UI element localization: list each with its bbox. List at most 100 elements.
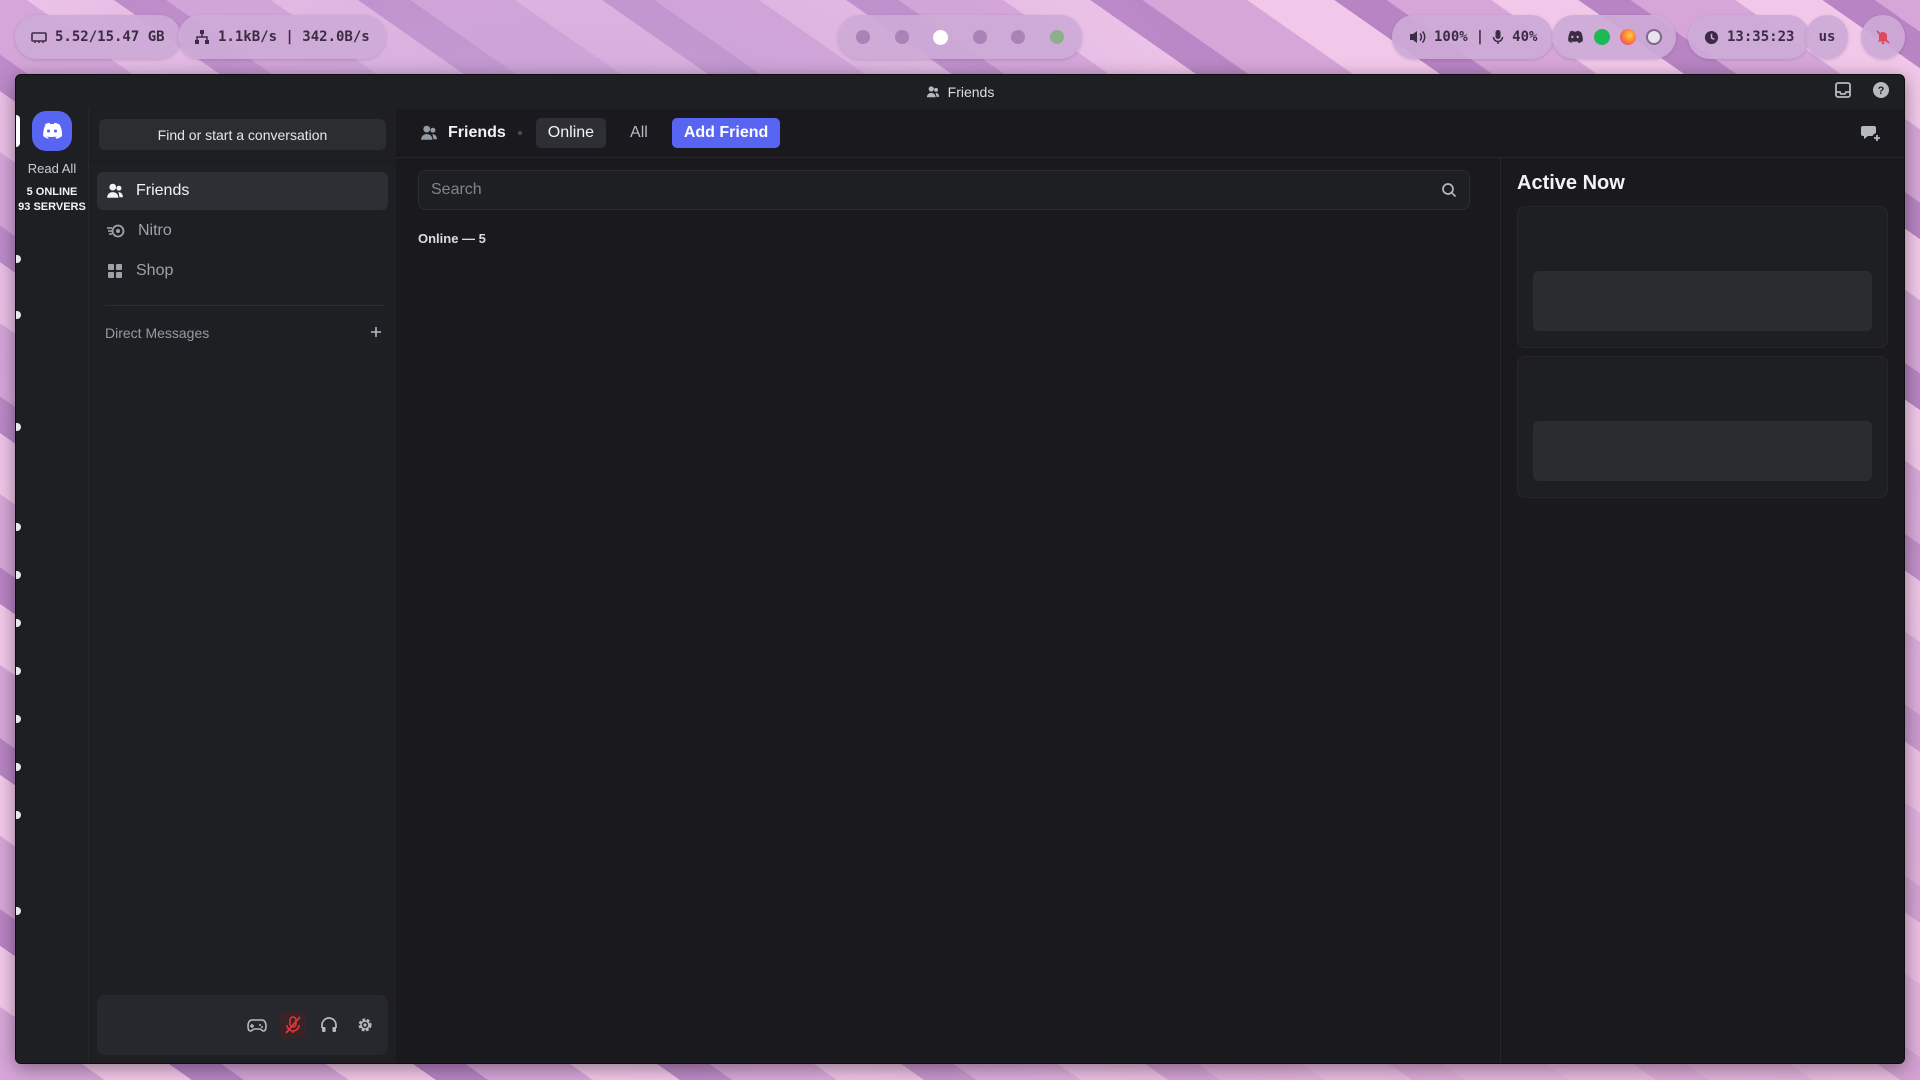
server-unread-indicator	[16, 619, 21, 627]
system-tray	[1552, 15, 1676, 59]
sidebar-item-shop[interactable]: Shop	[97, 252, 388, 290]
active-now-title: Active Now	[1517, 172, 1625, 194]
friends-icon	[421, 125, 437, 140]
keyboard-layout-label: us	[1818, 29, 1836, 45]
server-count-stat: 93 SERVERS	[18, 201, 86, 213]
workspace-5[interactable]	[1011, 30, 1026, 44]
shop-icon	[108, 264, 122, 278]
header-separator	[517, 131, 522, 135]
headphones-icon	[321, 1017, 337, 1032]
system-status-bar: 5.52/15.47 GB 1.1kB/s | 342.0B/s 100% | …	[0, 0, 1920, 72]
direct-messages-label: Direct Messages	[105, 325, 210, 341]
microphone-muted-icon	[285, 1016, 301, 1034]
notifications-toggle[interactable]	[1861, 15, 1905, 59]
volume-level: 100%	[1434, 29, 1468, 45]
tab-add-friend[interactable]: Add Friend	[671, 118, 781, 148]
friends-icon	[107, 183, 123, 198]
direct-messages-header: Direct Messages	[105, 325, 382, 341]
create-dm-icon[interactable]	[370, 325, 382, 341]
workspace-6[interactable]	[1049, 30, 1064, 44]
direct-messages-home-button[interactable]	[32, 111, 72, 151]
firefox-icon[interactable]	[1620, 29, 1636, 45]
nitro-icon	[107, 224, 125, 238]
network-icon	[195, 30, 209, 44]
network-widget[interactable]: 1.1kB/s | 342.0B/s	[178, 15, 386, 59]
search-icon	[1442, 183, 1457, 198]
divider	[105, 305, 384, 306]
tab-all[interactable]: All	[618, 118, 660, 148]
spotify-icon[interactable]	[1594, 29, 1610, 45]
active-now-card[interactable]	[1517, 356, 1888, 498]
memory-icon	[31, 32, 47, 43]
audio-separator: |	[1475, 29, 1485, 45]
online-count-label: Online — 5	[418, 231, 486, 246]
friends-search[interactable]	[418, 170, 1470, 210]
divider	[89, 161, 396, 162]
friends-header: Friends Online All Add Friend	[396, 109, 1904, 158]
mute-button[interactable]	[280, 1012, 306, 1038]
rail-stats: 5 ONLINE 93 SERVERS	[16, 185, 88, 215]
audio-widget[interactable]: 100% | 40%	[1392, 15, 1554, 59]
header-title: Friends	[420, 124, 506, 142]
memory-widget[interactable]: 5.52/15.47 GB	[15, 15, 181, 59]
microphone-icon	[1492, 30, 1504, 44]
tab-online[interactable]: Online	[535, 118, 607, 148]
svg-text:?: ?	[1878, 85, 1885, 97]
steam-icon[interactable]	[1646, 29, 1662, 45]
workspace-1[interactable]	[856, 30, 870, 44]
gear-icon	[358, 1018, 372, 1032]
server-rail: Read All 5 ONLINE 93 SERVERS	[16, 109, 88, 1063]
memory-usage: 5.52/15.47 GB	[55, 29, 165, 45]
main-panel: Friends Online All Add Friend Online — 5…	[396, 109, 1904, 1063]
online-count-stat: 5 ONLINE	[26, 186, 78, 198]
workspace-2[interactable]	[894, 30, 909, 44]
sidebar-item-nitro[interactable]: Nitro	[97, 212, 388, 250]
help-icon[interactable]: ?	[1872, 81, 1890, 102]
discord-logo-icon	[43, 122, 63, 139]
server-unread-indicator	[16, 715, 21, 723]
sidebar-item-label: Nitro	[138, 222, 172, 239]
server-unread-indicator	[16, 667, 21, 675]
find-conversation-button[interactable]: Find or start a conversation	[99, 119, 386, 150]
clock-widget[interactable]: 13:35:23	[1688, 15, 1811, 59]
card-placeholder	[1533, 421, 1872, 481]
card-placeholder	[1533, 271, 1872, 331]
friends-list-area: Online — 5	[396, 158, 1486, 1063]
server-unread-indicator	[16, 571, 21, 579]
bell-off-icon	[1876, 30, 1890, 45]
home-indicator	[16, 115, 20, 147]
dm-sidebar: Find or start a conversation Friends Nit…	[88, 109, 396, 1063]
clock-time: 13:35:23	[1727, 29, 1795, 45]
sidebar-item-label: Shop	[136, 262, 174, 279]
workspace-3[interactable]	[933, 29, 949, 45]
server-unread-indicator	[16, 763, 21, 771]
server-unread-indicator	[16, 811, 21, 819]
server-unread-indicator	[16, 255, 21, 263]
server-unread-indicator	[16, 523, 21, 531]
deafen-button[interactable]	[316, 1012, 342, 1038]
speaker-icon	[1410, 30, 1426, 44]
active-now-card[interactable]	[1517, 206, 1888, 348]
inbox-icon[interactable]	[1834, 81, 1852, 102]
sidebar-item-label: Friends	[136, 182, 190, 199]
activity-button[interactable]	[244, 1012, 270, 1038]
server-unread-indicator	[16, 423, 21, 431]
clock-icon	[1704, 30, 1719, 44]
workspace-4[interactable]	[972, 30, 987, 44]
window-title: Friends	[947, 84, 995, 100]
user-panel	[97, 995, 388, 1055]
keyboard-layout[interactable]: us	[1806, 15, 1848, 59]
active-now-panel: Active Now	[1500, 158, 1904, 1063]
workspace-switcher	[838, 15, 1082, 59]
mic-level: 40%	[1512, 29, 1538, 45]
read-all-button[interactable]: Read All	[16, 161, 88, 176]
user-settings-button[interactable]	[352, 1012, 378, 1038]
sidebar-item-friends[interactable]: Friends	[97, 172, 388, 210]
gamepad-icon	[247, 1019, 267, 1032]
window-titlebar: Friends ?	[16, 75, 1904, 109]
header-title-text: Friends	[448, 124, 506, 141]
search-input[interactable]	[431, 181, 1406, 199]
server-unread-indicator	[16, 907, 21, 915]
discord-icon[interactable]	[1566, 30, 1584, 44]
new-group-dm-icon[interactable]	[1860, 122, 1882, 149]
